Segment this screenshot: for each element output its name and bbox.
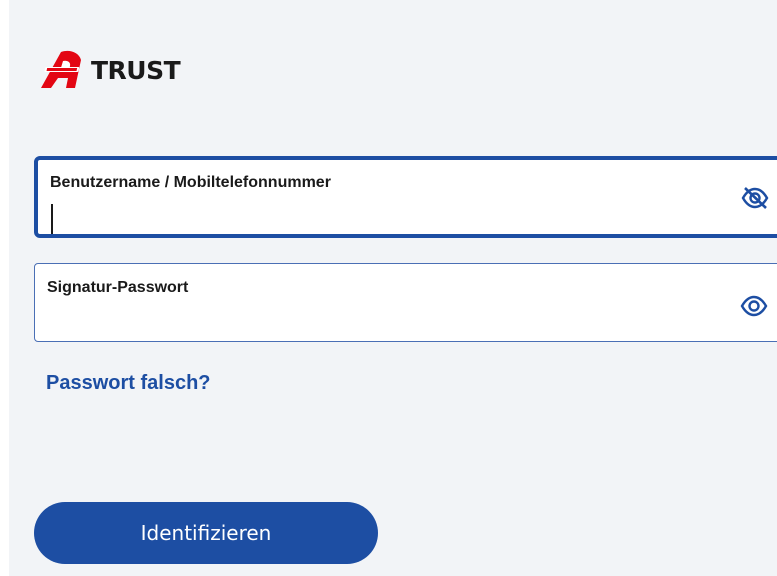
text-caret [51, 204, 53, 234]
toggle-username-visibility-button[interactable] [741, 186, 769, 210]
eye-slash-icon [741, 187, 769, 209]
login-panel: TRUST Benutzername / Mobiltelefonnummer … [9, 0, 777, 576]
a-trust-logo: TRUST [41, 50, 181, 90]
brand-name: TRUST [91, 55, 181, 85]
password-input[interactable] [47, 310, 722, 336]
identify-button[interactable]: Identifizieren [34, 502, 378, 564]
username-label: Benutzername / Mobiltelefonnummer [50, 174, 331, 191]
username-field[interactable]: Benutzername / Mobiltelefonnummer [34, 156, 777, 238]
username-input[interactable] [50, 204, 719, 230]
password-label: Signatur-Passwort [47, 279, 189, 296]
eye-icon [740, 295, 768, 317]
forgot-password-link[interactable]: Passwort falsch? [46, 372, 211, 395]
toggle-password-visibility-button[interactable] [740, 294, 768, 318]
a-trust-mark-icon [41, 50, 81, 88]
password-field[interactable]: Signatur-Passwort [34, 263, 777, 342]
